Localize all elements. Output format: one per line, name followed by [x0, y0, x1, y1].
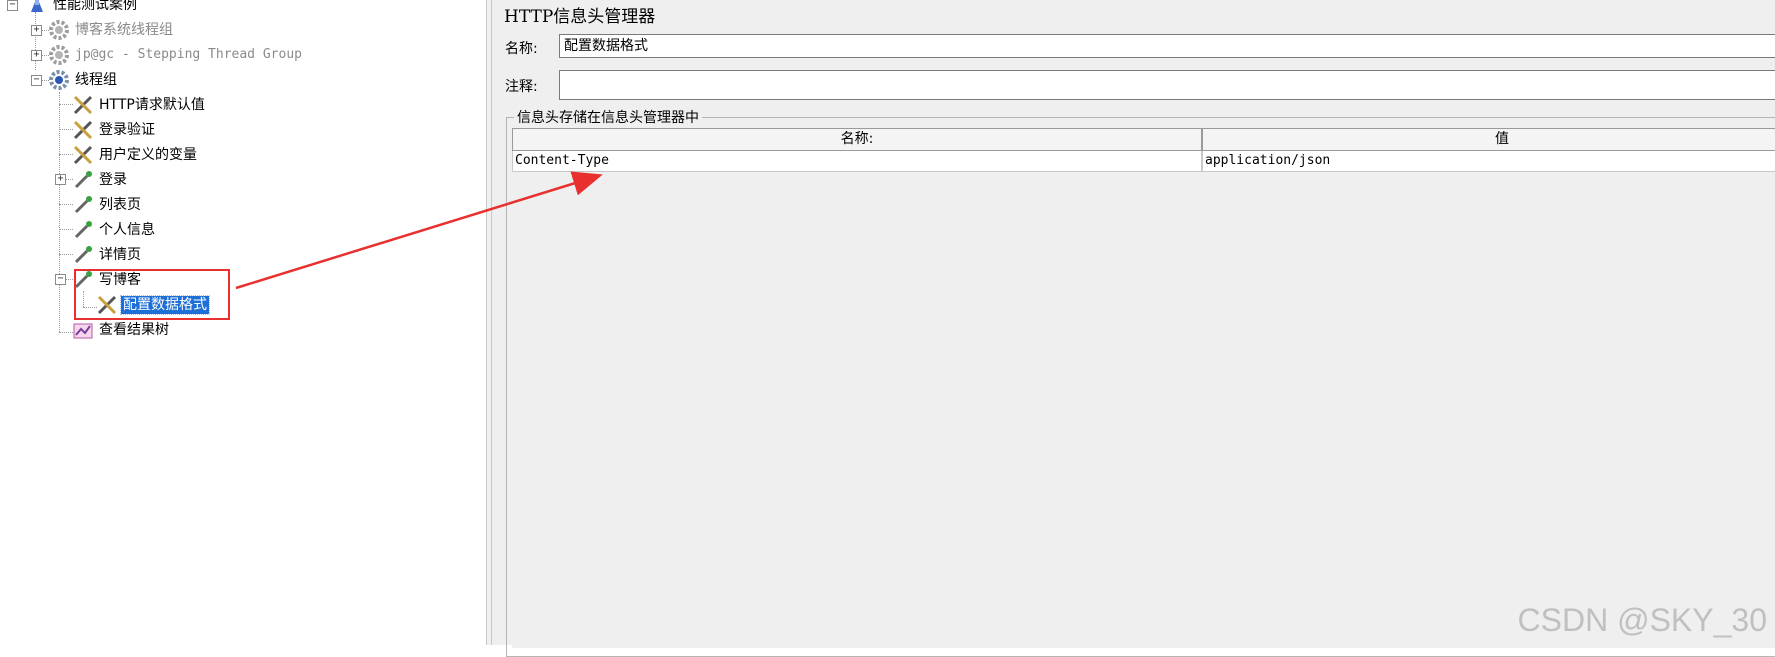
gear-icon	[48, 44, 70, 66]
gear-icon	[48, 69, 70, 91]
wrench-screwdriver-icon	[72, 94, 94, 116]
collapse-toggle[interactable]: −	[55, 274, 66, 285]
tree-item-list-page[interactable]: 列表页	[72, 193, 143, 217]
http-header-manager-panel: HTTP信息头管理器 名称: 配置数据格式 注释: 信息头存储在信息头管理器中 …	[492, 0, 1775, 657]
column-header-value[interactable]: 值	[1202, 128, 1775, 151]
headers-group-title: 信息头存储在信息头管理器中	[514, 107, 702, 127]
watermark: CSDN @SKY_30	[1517, 602, 1767, 638]
expand-toggle[interactable]: +	[31, 50, 42, 61]
tree-connector	[59, 92, 60, 332]
comment-label: 注释:	[505, 79, 538, 95]
header-value-cell[interactable]: application/json	[1202, 151, 1775, 172]
tree-item-label: 登录	[99, 172, 127, 188]
listener-chart-icon	[72, 319, 94, 341]
tree-item-stepping-thread-group[interactable]: jp@gc - Stepping Thread Group	[48, 43, 304, 67]
tree-item-test-plan[interactable]: 性能测试案例	[26, 0, 139, 17]
column-header-name[interactable]: 名称:	[512, 128, 1202, 151]
tree-connector	[59, 204, 73, 205]
tree-item-label: 登录验证	[99, 122, 155, 138]
panel-title: HTTP信息头管理器	[504, 7, 656, 27]
headers-table[interactable]: 名称: 值 Content-Type application/json	[512, 128, 1775, 648]
tree-item-label: 详情页	[99, 247, 141, 263]
name-field[interactable]: 配置数据格式	[559, 34, 1775, 58]
tree-item-detail-page[interactable]: 详情页	[72, 243, 143, 267]
tree-connector	[59, 332, 73, 333]
tree-item-login[interactable]: 登录	[72, 168, 129, 192]
comment-field[interactable]	[559, 70, 1775, 100]
tree-connector	[59, 129, 73, 130]
collapse-toggle[interactable]: −	[31, 75, 42, 86]
tree-item-results-tree[interactable]: 查看结果树	[72, 318, 171, 342]
tree-connector	[59, 154, 73, 155]
expand-toggle[interactable]: +	[55, 174, 66, 185]
tree-item-thread-group[interactable]: 线程组	[48, 68, 119, 92]
tree-connector	[59, 229, 73, 230]
collapse-toggle[interactable]: −	[7, 0, 18, 11]
tree-item-label: 查看结果树	[99, 322, 169, 338]
pipette-icon	[72, 219, 94, 241]
header-name-cell[interactable]: Content-Type	[512, 151, 1202, 172]
test-plan-icon	[26, 0, 48, 16]
tree-connector	[59, 254, 73, 255]
tree-item-label: 性能测试案例	[53, 0, 137, 13]
tree-connector	[59, 104, 73, 105]
tree-item-profile[interactable]: 个人信息	[72, 218, 157, 242]
pipette-icon	[72, 194, 94, 216]
expand-toggle[interactable]: +	[31, 25, 42, 36]
tree-item-http-defaults[interactable]: HTTP请求默认值	[72, 93, 207, 117]
wrench-screwdriver-icon	[72, 144, 94, 166]
tree-item-label: 用户定义的变量	[99, 147, 197, 163]
tree-item-blog-thread-group[interactable]: 博客系统线程组	[48, 18, 175, 42]
tree-item-login-auth[interactable]: 登录验证	[72, 118, 157, 142]
tree-item-label: 列表页	[99, 197, 141, 213]
gear-icon	[48, 19, 70, 41]
wrench-screwdriver-icon	[72, 119, 94, 141]
annotation-highlight-box	[74, 269, 230, 320]
tree-connector	[35, 12, 36, 70]
test-plan-tree[interactable]: − + + − + − 性能测试案例 博客系统线程组 jp@gc - Stepp…	[0, 0, 486, 645]
tree-item-label: 个人信息	[99, 222, 155, 238]
tree-item-user-variables[interactable]: 用户定义的变量	[72, 143, 199, 167]
tree-item-label: HTTP请求默认值	[99, 97, 205, 113]
pipette-icon	[72, 169, 94, 191]
tree-item-label: 线程组	[75, 72, 117, 88]
tree-item-label: 博客系统线程组	[75, 22, 173, 38]
pipette-icon	[72, 244, 94, 266]
tree-item-label: jp@gc - Stepping Thread Group	[75, 47, 302, 62]
name-label: 名称:	[505, 41, 538, 57]
